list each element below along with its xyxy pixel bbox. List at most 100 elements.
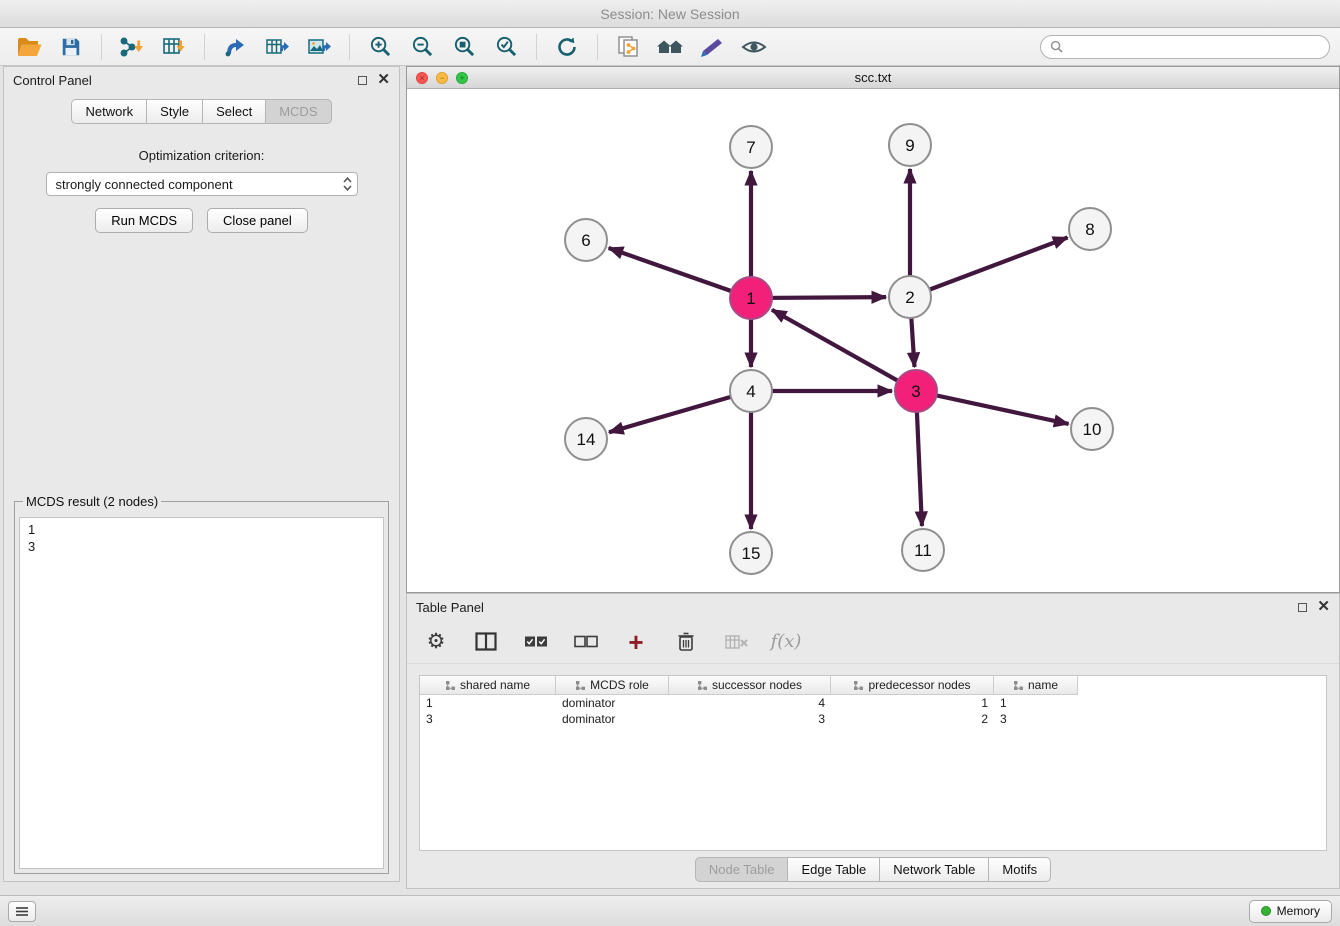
node-14[interactable]: 14	[565, 418, 607, 460]
unselect-all-columns-button[interactable]	[573, 629, 599, 655]
node-6[interactable]: 6	[565, 219, 607, 261]
memory-button[interactable]: Memory	[1249, 900, 1332, 923]
refresh-button[interactable]	[548, 31, 586, 63]
table-tab-edge-table[interactable]: Edge Table	[787, 857, 880, 882]
table-cell[interactable]: 4	[669, 695, 831, 711]
zoom-selected-button[interactable]	[487, 31, 525, 63]
gear-icon: ⚙	[427, 629, 446, 654]
search-input[interactable]	[1068, 39, 1320, 54]
run-mcds-button[interactable]: Run MCDS	[95, 208, 193, 233]
column-header-successor-nodes[interactable]: successor nodes	[669, 676, 831, 695]
save-session-button[interactable]	[52, 31, 90, 63]
table-cell[interactable]: 3	[669, 711, 831, 727]
export-image-button[interactable]	[300, 31, 338, 63]
home-button[interactable]	[651, 31, 689, 63]
close-window-icon[interactable]: ×	[416, 72, 428, 84]
mcds-result-list[interactable]: 13	[19, 517, 384, 869]
create-column-button[interactable]: +	[623, 629, 649, 655]
table-cell[interactable]: 3	[420, 711, 556, 727]
table-tab-network-table[interactable]: Network Table	[879, 857, 989, 882]
clone-network-button[interactable]	[609, 31, 647, 63]
edge-3-1[interactable]	[772, 310, 916, 391]
node-label: 14	[577, 430, 596, 449]
table-cell[interactable]: dominator	[556, 711, 669, 727]
table-row[interactable]: 1dominator411	[420, 695, 1326, 711]
column-header-predecessor-nodes[interactable]: predecessor nodes	[831, 676, 994, 695]
table-cell[interactable]: 2	[831, 711, 994, 727]
column-header-label: name	[1028, 678, 1058, 692]
node-1[interactable]: 1	[730, 277, 772, 319]
column-header-name[interactable]: name	[994, 676, 1078, 695]
export-table-button[interactable]	[258, 31, 296, 63]
open-session-button[interactable]	[10, 31, 48, 63]
node-10[interactable]: 10	[1071, 408, 1113, 450]
column-type-icon	[1013, 680, 1024, 691]
node-label: 7	[746, 138, 755, 157]
edge-4-14[interactable]	[609, 391, 751, 432]
table-tab-motifs[interactable]: Motifs	[988, 857, 1051, 882]
maximize-window-icon[interactable]: +	[456, 72, 468, 84]
import-network-button[interactable]	[113, 31, 151, 63]
style-button[interactable]	[693, 31, 731, 63]
import-table-button[interactable]	[155, 31, 193, 63]
zoom-fit-button[interactable]	[445, 31, 483, 63]
node-3[interactable]: 3	[895, 370, 937, 412]
task-history-button[interactable]	[8, 901, 36, 922]
edge-3-10[interactable]	[916, 391, 1069, 424]
control-panel: Control Panel ✕ NetworkStyleSelectMCDS O…	[3, 66, 400, 882]
network-window-titlebar[interactable]: × − + scc.txt	[407, 67, 1339, 89]
node-15[interactable]: 15	[730, 532, 772, 574]
function-builder-button[interactable]: f(x)	[773, 629, 799, 655]
node-8[interactable]: 8	[1069, 208, 1111, 250]
tab-style[interactable]: Style	[146, 99, 203, 124]
tab-network[interactable]: Network	[71, 99, 147, 124]
delete-column-button[interactable]	[673, 629, 699, 655]
search-box[interactable]	[1040, 35, 1330, 59]
table-cell[interactable]: 1	[831, 695, 994, 711]
save-icon	[60, 36, 82, 58]
mcds-result-item[interactable]: 1	[28, 521, 375, 538]
zoom-out-button[interactable]	[403, 31, 441, 63]
zoom-in-button[interactable]	[361, 31, 399, 63]
mcds-result-item[interactable]: 3	[28, 538, 375, 555]
home-icon	[656, 37, 684, 57]
close-panel-button[interactable]: Close panel	[207, 208, 308, 233]
table-tab-node-table[interactable]: Node Table	[695, 857, 789, 882]
tab-mcds[interactable]: MCDS	[265, 99, 331, 124]
float-panel-icon[interactable]	[358, 76, 367, 85]
window-titlebar[interactable]: Session: New Session	[0, 0, 1340, 28]
toolbar-separator	[101, 34, 102, 60]
table-row[interactable]: 3dominator323	[420, 711, 1326, 727]
edge-2-8[interactable]	[910, 237, 1068, 297]
select-all-columns-button[interactable]	[523, 629, 549, 655]
column-header-shared-name[interactable]: shared name	[420, 676, 556, 695]
control-panel-title: Control Panel	[13, 73, 92, 88]
network-canvas[interactable]: 7 9 6 8 1 2 4 3 14 10 15 11	[407, 89, 1339, 592]
table-options-button[interactable]: ⚙	[423, 629, 449, 655]
show-columns-button[interactable]	[473, 629, 499, 655]
edge-1-6[interactable]	[609, 248, 751, 298]
table-cell[interactable]: 1	[420, 695, 556, 711]
table-cell[interactable]: dominator	[556, 695, 669, 711]
table-cell[interactable]: 3	[994, 711, 1078, 727]
node-4[interactable]: 4	[730, 370, 772, 412]
node-9[interactable]: 9	[889, 124, 931, 166]
close-panel-icon[interactable]: ✕	[1317, 602, 1330, 612]
table-panel: Table Panel ✕ ⚙ +	[406, 593, 1340, 889]
float-panel-icon[interactable]	[1298, 603, 1307, 612]
table-header-row: shared nameMCDS rolesuccessor nodesprede…	[420, 676, 1326, 695]
node-7[interactable]: 7	[730, 126, 772, 168]
node-label: 3	[911, 382, 920, 401]
minimize-window-icon[interactable]: −	[436, 72, 448, 84]
criterion-dropdown[interactable]: strongly connected component	[46, 172, 358, 196]
node-2[interactable]: 2	[889, 276, 931, 318]
export-network-button[interactable]	[216, 31, 254, 63]
table-cell[interactable]: 1	[994, 695, 1078, 711]
tab-select[interactable]: Select	[202, 99, 266, 124]
node-label: 2	[905, 288, 914, 307]
close-panel-icon[interactable]: ✕	[377, 75, 390, 85]
node-11[interactable]: 11	[902, 529, 944, 571]
column-header-MCDS-role[interactable]: MCDS role	[556, 676, 669, 695]
show-graphics-details-button[interactable]	[735, 31, 773, 63]
delete-table-button[interactable]	[723, 629, 749, 655]
